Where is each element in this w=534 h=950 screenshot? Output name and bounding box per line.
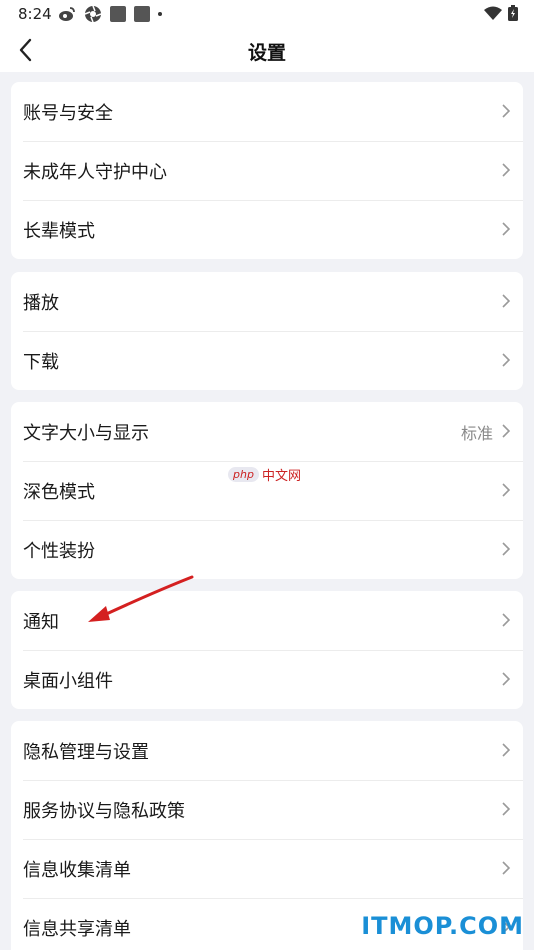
- chevron-right-icon: [502, 861, 511, 875]
- settings-group-playback: 播放 下载: [11, 272, 523, 390]
- chevron-right-icon: [502, 542, 511, 556]
- brand-watermark: ITMOP.COM: [361, 912, 524, 940]
- chevron-right-icon: [502, 802, 511, 816]
- aperture-icon: [84, 5, 102, 23]
- chevron-right-icon: [502, 294, 511, 308]
- more-notifications-icon: [158, 12, 162, 16]
- settings-item-playback[interactable]: 播放: [11, 272, 523, 331]
- chevron-right-icon: [502, 163, 511, 177]
- settings-item-label: 桌面小组件: [23, 670, 113, 692]
- settings-item-elder-mode[interactable]: 长辈模式: [11, 200, 523, 259]
- settings-item-account-security[interactable]: 账号与安全: [11, 82, 523, 141]
- settings-item-label: 隐私管理与设置: [23, 741, 149, 763]
- status-system-icons: [484, 5, 518, 21]
- wifi-icon: [484, 6, 502, 20]
- chevron-right-icon: [502, 424, 511, 438]
- settings-item-label: 长辈模式: [23, 220, 95, 242]
- settings-item-label: 文字大小与显示: [23, 422, 149, 444]
- annotation-arrow-icon: [88, 575, 194, 622]
- settings-group-account: 账号与安全 未成年人守护中心 长辈模式: [11, 82, 523, 259]
- chevron-right-icon: [502, 353, 511, 367]
- chevron-right-icon: [502, 222, 511, 236]
- watermark-cn: 中文网: [261, 469, 301, 484]
- page-title: 设置: [247, 42, 286, 64]
- settings-item-privacy-management[interactable]: 隐私管理与设置: [11, 721, 523, 780]
- battery-icon: [508, 5, 518, 21]
- settings-item-info-collection-list[interactable]: 信息收集清单: [11, 839, 523, 898]
- settings-item-minor-protection[interactable]: 未成年人守护中心: [11, 141, 523, 200]
- settings-item-label: 下载: [23, 351, 59, 373]
- status-time: 8:24: [18, 5, 52, 23]
- settings-item-service-agreement[interactable]: 服务协议与隐私政策: [11, 780, 523, 839]
- watermark: php 中文网: [228, 465, 301, 484]
- status-bar: 8:24: [0, 0, 534, 28]
- chevron-right-icon: [502, 104, 511, 118]
- settings-item-desktop-widget[interactable]: 桌面小组件: [11, 650, 523, 709]
- settings-item-label: 播放: [23, 292, 59, 314]
- settings-item-value: 标准: [460, 423, 493, 443]
- settings-item-label: 通知: [23, 611, 59, 633]
- settings-item-label: 深色模式: [23, 481, 95, 503]
- settings-item-font-size-display[interactable]: 文字大小与显示 标准: [11, 402, 523, 461]
- chevron-right-icon: [502, 613, 511, 627]
- status-notification-icons: [58, 5, 162, 23]
- settings-item-label: 个性装扮: [23, 540, 95, 562]
- settings-item-personal-theme[interactable]: 个性装扮: [11, 520, 523, 579]
- settings-item-label: 信息共享清单: [23, 918, 131, 940]
- watermark-php: php: [228, 467, 259, 482]
- chevron-right-icon: [502, 483, 511, 497]
- chevron-right-icon: [502, 743, 511, 757]
- app-notification-icon: [134, 6, 150, 22]
- app-header: 设置: [0, 28, 534, 72]
- chevron-right-icon: [502, 672, 511, 686]
- settings-group-display: 文字大小与显示 标准 深色模式 个性装扮: [11, 402, 523, 579]
- app-notification-icon: [110, 6, 126, 22]
- settings-item-download[interactable]: 下载: [11, 331, 523, 390]
- weibo-icon: [59, 7, 75, 21]
- settings-item-label: 未成年人守护中心: [23, 161, 167, 183]
- settings-item-label: 账号与安全: [23, 102, 113, 124]
- settings-item-label: 服务协议与隐私政策: [23, 800, 185, 822]
- settings-item-label: 信息收集清单: [23, 859, 131, 881]
